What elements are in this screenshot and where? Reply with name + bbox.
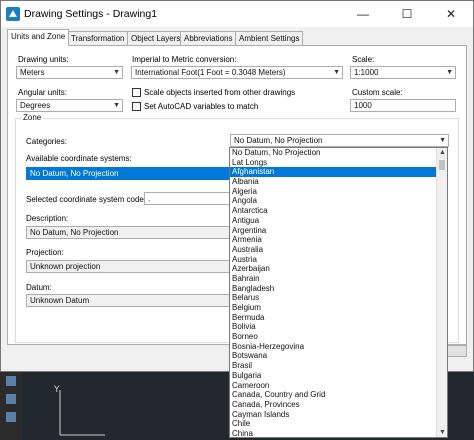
description-field: No Datum, No Projection [26, 226, 230, 239]
dropdown-item[interactable]: Bolivia [230, 322, 447, 332]
close-button[interactable]: ✕ [429, 1, 473, 27]
dropdown-scrollbar[interactable]: ▲ ▼ [436, 148, 447, 437]
datum-field: Unknown Datum [26, 294, 230, 307]
projection-field: Unknown projection [26, 260, 230, 273]
scale-value: 1:1000 [354, 68, 379, 77]
dropdown-item[interactable]: Cameroon [230, 381, 447, 391]
window-title: Drawing Settings - Drawing1 [24, 8, 158, 20]
dropdown-item[interactable]: Australia [230, 245, 447, 255]
imperial-conversion-label: Imperial to Metric conversion: [132, 55, 237, 64]
tab-object-layers[interactable]: Object Layers [127, 31, 185, 45]
dropdown-item[interactable]: Bahrain [230, 274, 447, 284]
available-systems-label: Available coordinate systems: [26, 154, 132, 163]
scroll-up-icon[interactable]: ▲ [439, 149, 446, 156]
angular-units-label: Angular units: [18, 88, 67, 97]
dropdown-item[interactable]: Belarus [230, 293, 447, 303]
description-label: Description: [26, 214, 69, 223]
custom-scale-label: Custom scale: [352, 88, 403, 97]
dropdown-item[interactable]: Bermuda [230, 313, 447, 323]
scroll-thumb[interactable] [439, 160, 445, 170]
chevron-down-icon: ▼ [439, 137, 446, 144]
dropdown-item[interactable]: Canada, Country and Grid [230, 390, 447, 400]
dropdown-item[interactable]: Antarctica [230, 206, 447, 216]
dropdown-item[interactable]: Cayman Islands [230, 410, 447, 420]
scroll-down-icon[interactable]: ▼ [439, 429, 446, 436]
dropdown-item[interactable]: Bangladesh [230, 284, 447, 294]
custom-scale-input[interactable]: 1000 [350, 99, 456, 112]
chevron-down-icon: ▼ [446, 69, 453, 76]
categories-dropdown-list[interactable]: No Datum, No Projection Lat Longs Afghanis… [229, 147, 448, 438]
angular-units-select[interactable]: Degrees ▼ [16, 99, 123, 112]
toolbar-icon[interactable] [6, 412, 16, 422]
angular-units-value: Degrees [20, 101, 51, 110]
scale-objects-checkbox[interactable] [132, 88, 141, 97]
dropdown-item[interactable]: Antigua [230, 216, 447, 226]
zone-group-title: Zone [21, 113, 44, 122]
dropdown-item[interactable]: Algeria [230, 187, 447, 197]
tab-units-and-zone[interactable]: Units and Zone [7, 29, 70, 46]
scale-select[interactable]: 1:1000 ▼ [350, 66, 456, 79]
set-autocad-label: Set AutoCAD variables to match [144, 102, 259, 111]
dropdown-item[interactable]: Brasil [230, 361, 447, 371]
selected-code-label: Selected coordinate system code: [26, 195, 147, 204]
dropdown-item[interactable]: Chile [230, 419, 447, 429]
tab-transformation[interactable]: Transformation [67, 31, 129, 45]
dropdown-item[interactable]: China [230, 429, 447, 437]
dropdown-item[interactable]: Borneo [230, 332, 447, 342]
scale-label: Scale: [352, 55, 375, 64]
dropdown-item[interactable]: Albania [230, 177, 447, 187]
drawing-units-label: Drawing units: [18, 55, 69, 64]
toolbar-icon[interactable] [6, 376, 16, 386]
dropdown-item[interactable]: Botswana [230, 351, 447, 361]
dropdown-item[interactable]: Austria [230, 255, 447, 265]
dropdown-item[interactable]: Belgium [230, 303, 447, 313]
toolbar-icon[interactable] [6, 394, 16, 404]
dropdown-item[interactable]: Bulgaria [230, 371, 447, 381]
dropdown-item[interactable]: Angola [230, 196, 447, 206]
imperial-conversion-value: International Foot(1 Foot = 0.3048 Meter… [135, 68, 286, 77]
dropdown-item[interactable]: Lat Longs [230, 158, 447, 168]
categories-value: No Datum, No Projection [234, 136, 323, 145]
civil3d-app-icon [6, 7, 20, 21]
categories-label: Categories: [26, 137, 67, 146]
selected-code-input[interactable]: . [144, 192, 230, 205]
ucs-axis-icon: Y [53, 385, 105, 436]
dropdown-item[interactable]: Canada, Provinces [230, 400, 447, 410]
imperial-conversion-select[interactable]: International Foot(1 Foot = 0.3048 Meter… [131, 66, 343, 79]
scale-objects-label: Scale objects inserted from other drawin… [144, 88, 296, 97]
dropdown-item[interactable]: Armenia [230, 235, 447, 245]
tab-ambient-settings[interactable]: Ambient Settings [235, 31, 304, 45]
dropdown-item[interactable]: Bosnia-Herzegovina [230, 342, 447, 352]
dropdown-item[interactable]: Afghanistan [230, 167, 447, 178]
chevron-down-icon: ▼ [113, 102, 120, 109]
categories-select[interactable]: No Datum, No Projection ▼ [230, 134, 449, 147]
drawing-units-select[interactable]: Meters ▼ [16, 66, 123, 79]
projection-label: Projection: [26, 248, 64, 257]
set-autocad-checkbox[interactable] [132, 102, 141, 111]
maximize-button[interactable]: ☐ [385, 1, 429, 27]
side-toolbar [0, 372, 22, 440]
chevron-down-icon: ▼ [113, 69, 120, 76]
datum-label: Datum: [26, 283, 52, 292]
drawing-units-value: Meters [20, 68, 45, 77]
dropdown-item[interactable]: Argentina [230, 226, 447, 236]
available-systems-list[interactable]: No Datum, No Projection [26, 167, 230, 180]
chevron-down-icon: ▼ [333, 69, 340, 76]
svg-text:Y: Y [53, 385, 60, 395]
dropdown-item[interactable]: Azerbaijan [230, 264, 447, 274]
minimize-button[interactable]: — [341, 1, 385, 27]
title-bar: Drawing Settings - Drawing1 — ☐ ✕ [1, 1, 473, 27]
dropdown-item[interactable]: No Datum, No Projection [230, 148, 447, 158]
dropdown-items: No Datum, No Projection Lat Longs Afghanis… [230, 148, 447, 437]
tab-abbreviations[interactable]: Abbreviations [180, 31, 237, 45]
